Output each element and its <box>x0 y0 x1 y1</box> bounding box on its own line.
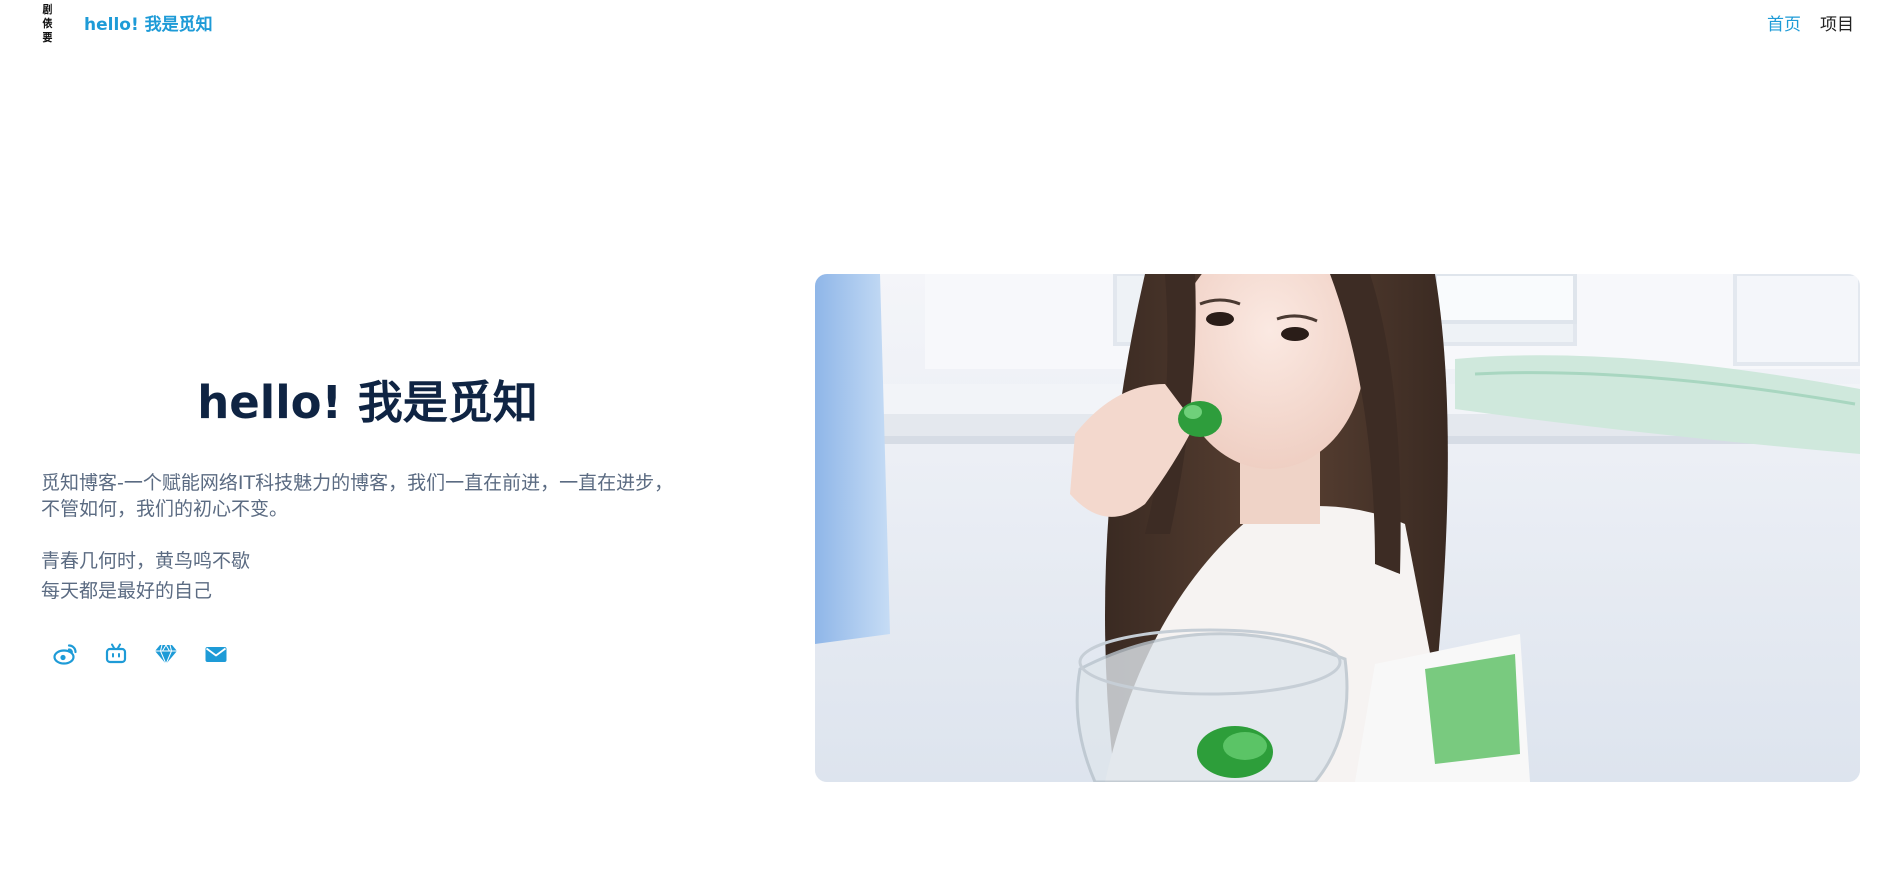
mail-icon <box>205 647 227 662</box>
logo-char: 剧 <box>42 3 53 16</box>
nav-item-projects[interactable]: 项目 <box>1820 14 1854 36</box>
hero-quote: 青春几何时，黄鸟鸣不歇 每天都是最好的自己 <box>41 546 250 606</box>
hero-photo <box>815 274 1860 782</box>
quote-line: 青春几何时，黄鸟鸣不歇 <box>41 550 251 572</box>
site-logo[interactable]: 剧 俵 要 <box>39 4 56 44</box>
quote-line: 每天都是最好的自己 <box>41 580 213 602</box>
logo-char: 俵 <box>42 17 53 30</box>
weibo-icon <box>53 644 77 665</box>
email-link[interactable] <box>202 640 230 668</box>
hero-description: 觅知博客-一个赋能网络IT科技魅力的博客，我们一直在前进，一直在进步，不管如何，… <box>41 472 674 520</box>
navbar: 剧 俵 要 hello! 我是觅知 首页 项目 <box>0 0 1885 52</box>
main-nav: 首页 项目 <box>1767 14 1854 36</box>
bilibili-icon <box>105 643 127 664</box>
diamond-icon <box>155 644 177 665</box>
diamond-link[interactable] <box>152 640 180 668</box>
logo-char: 要 <box>42 31 53 44</box>
social-links <box>52 640 230 668</box>
brand-link[interactable]: hello! 我是觅知 <box>84 14 213 36</box>
bilibili-link[interactable] <box>102 640 130 668</box>
weibo-link[interactable] <box>52 640 80 668</box>
nav-item-home[interactable]: 首页 <box>1767 14 1801 36</box>
hero-title: hello! 我是觅知 <box>197 376 538 429</box>
